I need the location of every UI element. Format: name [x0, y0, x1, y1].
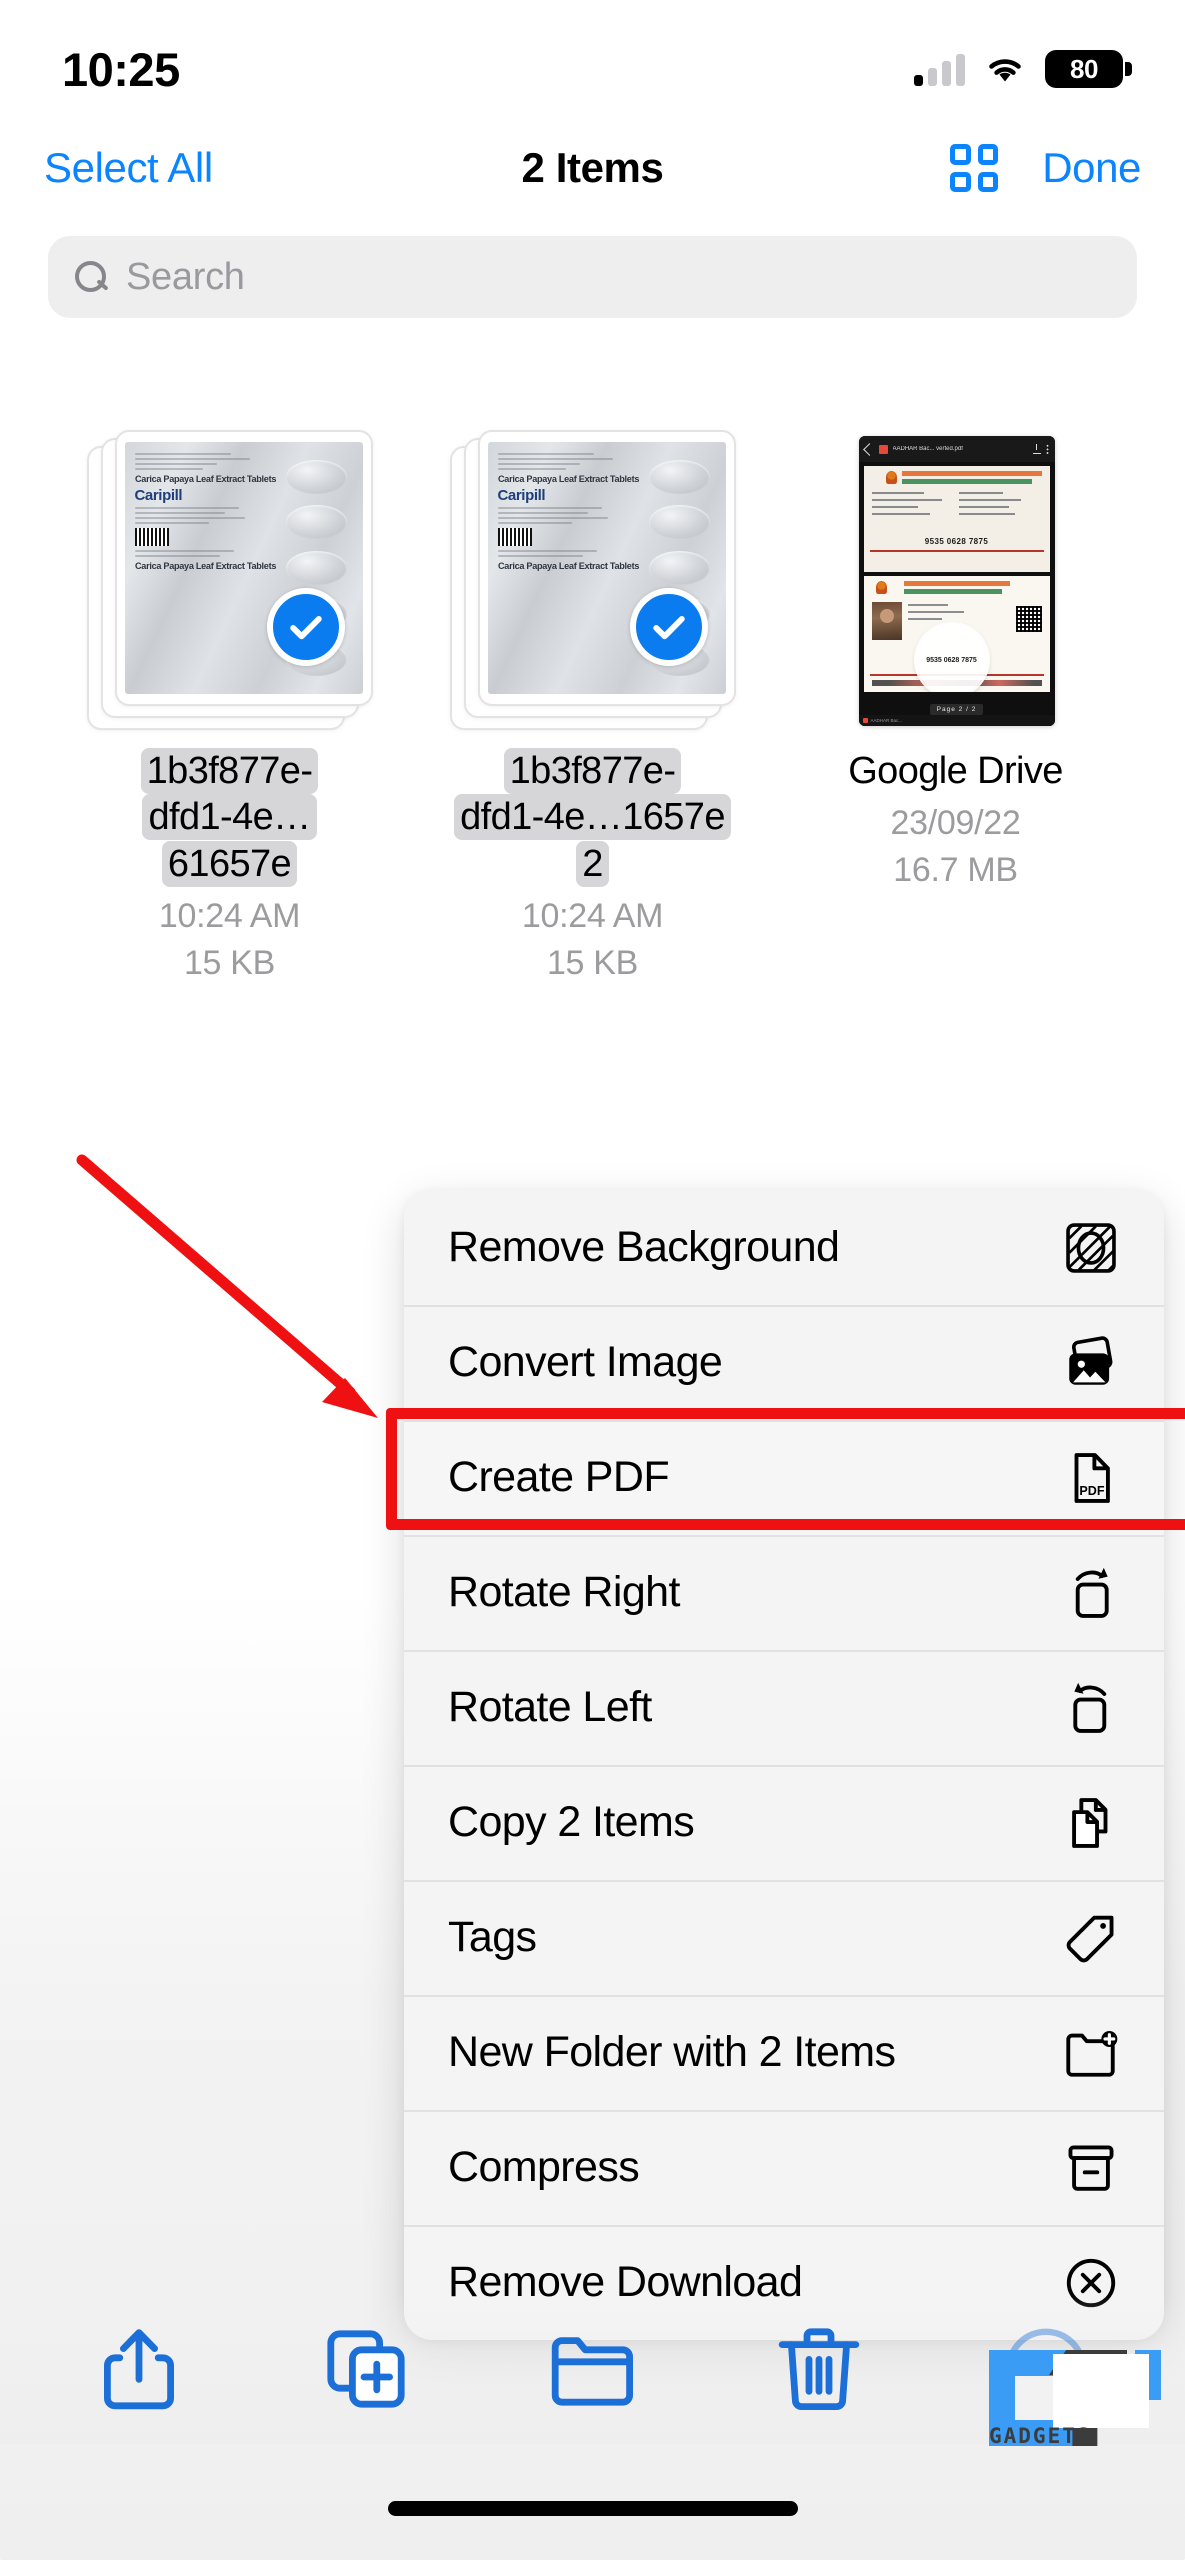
back-arrow-icon [862, 442, 876, 456]
compress-icon [1062, 2139, 1120, 2197]
file-size: 16.7 MB [893, 851, 1018, 890]
create-pdf-icon: PDF [1062, 1449, 1120, 1507]
file-name-line1: 1b3f877e- [140, 748, 319, 794]
status-bar-indicators: 80 [914, 50, 1132, 88]
svg-text:PDF: PDF [1079, 1483, 1104, 1497]
search-icon [74, 260, 108, 294]
move-to-folder-button[interactable] [544, 2321, 640, 2417]
thumb-page-indicator: Page 2 / 2 [929, 703, 984, 715]
search-placeholder: Search [126, 255, 245, 298]
pdf-file-icon [878, 444, 888, 454]
file-name-label: Google Drive [848, 748, 1063, 794]
home-indicator [387, 2501, 798, 2516]
menu-item-label: New Folder with 2 Items [448, 2028, 896, 2076]
overflow-menu-icon [1045, 443, 1049, 455]
file-name-line1: Google Drive [848, 750, 1063, 792]
search-field[interactable]: Search [48, 236, 1137, 318]
menu-item-label: Copy 2 Items [448, 1798, 695, 1846]
battery-icon: 80 [1045, 50, 1132, 88]
google-drive-screenshot-thumbnail: AADHAR Bac... verted.pdf 9535 0628 7875 … [858, 436, 1055, 726]
thumb-title2-text: Carica Papaya Leaf Extract Tablets [134, 561, 276, 572]
selection-check-icon[interactable] [266, 588, 345, 666]
wifi-icon [989, 59, 1021, 82]
thumb-app-title: AADHAR Bac... verted.pdf [892, 446, 963, 452]
file-name-line2: dfd1-4e…1657e 2 [454, 794, 731, 887]
thumb-brand-text: Caripill [134, 487, 183, 504]
file-time: 10:24 AM [158, 897, 301, 936]
context-menu: Remove Background Convert Image Create P… [404, 1190, 1164, 2340]
menu-item-label: Convert Image [448, 1338, 723, 1386]
thumb-title2-text: Carica Papaya Leaf Extract Tablets [497, 561, 639, 572]
file-size: 15 KB [183, 944, 276, 983]
file-grid-item[interactable]: AADHAR Bac... verted.pdf 9535 0628 7875 … [774, 430, 1137, 983]
selection-check-icon[interactable] [629, 588, 708, 666]
file-grid-item[interactable]: Carica Papaya Leaf Extract Tablets Carip… [48, 430, 411, 983]
menu-item-rotate-right[interactable]: Rotate Right [404, 1535, 1164, 1650]
rotate-left-icon [1062, 1679, 1120, 1737]
file-time: 10:24 AM [521, 897, 664, 936]
download-icon [1032, 443, 1041, 454]
navigation-bar: Select All 2 Items Done [0, 112, 1185, 224]
menu-item-new-folder[interactable]: New Folder with 2 Items [404, 1995, 1164, 2110]
file-name-label: 1b3f877e- dfd1-4e…61657e [85, 748, 375, 887]
menu-item-label: Rotate Left [448, 1683, 652, 1731]
thumb-aadhaar-number: 9535 0628 7875 [924, 537, 989, 546]
phone-screen: 10:25 80 Select All 2 Items Done Search … [0, 0, 1185, 2560]
menu-item-compress[interactable]: Compress [404, 2110, 1164, 2225]
magnifier-number: 9535 0628 7875 [926, 656, 977, 664]
file-name-label: 1b3f877e- dfd1-4e…1657e 2 [448, 748, 738, 887]
nav-bar-right-group: Done [950, 144, 1141, 192]
duplicate-button[interactable] [318, 2321, 414, 2417]
menu-item-convert-image[interactable]: Convert Image [404, 1305, 1164, 1420]
file-thumbnail[interactable]: Carica Papaya Leaf Extract Tablets Carip… [86, 430, 373, 730]
tag-icon [1062, 1909, 1120, 1967]
select-all-button[interactable]: Select All [44, 144, 213, 192]
status-bar-time: 10:25 [62, 42, 180, 96]
convert-image-icon [1062, 1334, 1120, 1392]
gt-logo-icon: GADGETS [989, 2350, 1161, 2450]
menu-item-label: Rotate Right [448, 1568, 680, 1616]
file-name-line1: 1b3f877e- [503, 748, 682, 794]
menu-item-label: Tags [448, 1913, 537, 1961]
cellular-signal-icon [914, 52, 965, 86]
status-bar: 10:25 80 [0, 0, 1185, 112]
copy-icon [1062, 1794, 1120, 1852]
file-thumbnail[interactable]: AADHAR Bac... verted.pdf 9535 0628 7875 … [813, 430, 1099, 730]
magnifier-highlight: 9535 0628 7875 [915, 624, 988, 692]
grid-view-icon[interactable] [950, 144, 999, 192]
file-grid: Carica Papaya Leaf Extract Tablets Carip… [0, 430, 1185, 983]
menu-item-create-pdf[interactable]: Create PDF PDF [404, 1420, 1164, 1535]
battery-percent-label: 80 [1070, 53, 1098, 84]
thumb-title-text: Carica Papaya Leaf Extract Tablets [134, 474, 276, 485]
image-stack-thumbnail: Carica Papaya Leaf Extract Tablets Carip… [86, 430, 373, 730]
file-thumbnail[interactable]: Carica Papaya Leaf Extract Tablets Carip… [449, 430, 736, 730]
menu-item-label: Remove Background [448, 1223, 840, 1271]
delete-button[interactable] [771, 2321, 867, 2417]
file-size: 15 KB [546, 944, 639, 983]
image-stack-thumbnail: Carica Papaya Leaf Extract Tablets Carip… [449, 430, 736, 730]
file-date: 23/09/22 [890, 804, 1021, 843]
menu-item-rotate-left[interactable]: Rotate Left [404, 1650, 1164, 1765]
menu-item-label: Create PDF [448, 1453, 670, 1501]
new-folder-icon [1062, 2024, 1120, 2082]
remove-background-icon [1062, 1219, 1120, 1277]
menu-item-remove-background[interactable]: Remove Background [404, 1190, 1164, 1305]
rotate-right-icon [1062, 1564, 1120, 1622]
thumb-brand-text: Caripill [497, 487, 546, 504]
menu-item-tags[interactable]: Tags [404, 1880, 1164, 1995]
menu-item-label: Compress [448, 2143, 640, 2191]
done-button[interactable]: Done [1042, 144, 1141, 192]
file-name-line2: dfd1-4e…61657e [142, 794, 317, 887]
share-button[interactable] [91, 2321, 187, 2417]
menu-item-copy[interactable]: Copy 2 Items [404, 1765, 1164, 1880]
thumb-title-text: Carica Papaya Leaf Extract Tablets [497, 474, 639, 485]
watermark-text: GADGETS [989, 2424, 1092, 2448]
annotation-arrow [76, 1154, 378, 1418]
watermark-logo: GADGETS [989, 2350, 1169, 2488]
file-grid-item[interactable]: Carica Papaya Leaf Extract Tablets Carip… [411, 430, 774, 983]
